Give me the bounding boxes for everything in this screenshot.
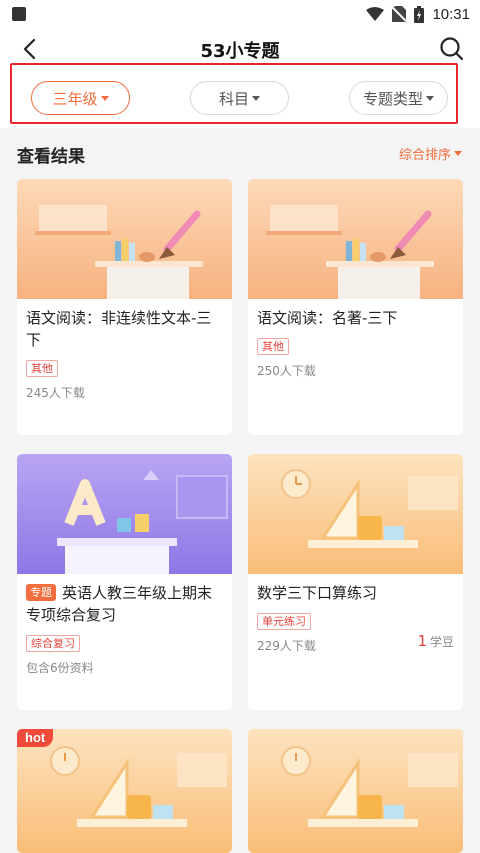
- price-unit: 学豆: [429, 635, 454, 649]
- topic-card[interactable]: 数学三下口算练习 单元练习 229人下载 1 学豆: [248, 454, 463, 710]
- hot-badge: hot: [17, 729, 54, 747]
- card-cover-image: [248, 454, 463, 574]
- price-value: 1: [417, 632, 427, 650]
- category-tag: 其他: [257, 338, 289, 355]
- status-time: 10:31: [432, 5, 470, 23]
- filter-bar: 三年级 科目 专题类型: [0, 63, 480, 128]
- no-sim-icon: [392, 6, 407, 22]
- notification-icon: [12, 7, 26, 21]
- card-title-row: 专题 英语人教三年级上期末专项综合复习: [26, 582, 223, 626]
- page-title: 53小专题: [200, 41, 280, 62]
- category-tag: 综合复习: [26, 635, 80, 652]
- topic-card[interactable]: [248, 729, 463, 853]
- resource-count: 包含6份资料: [26, 661, 94, 675]
- caret-down-icon: [252, 95, 260, 101]
- special-topic-badge: 专题: [26, 584, 56, 601]
- caret-down-icon: [100, 95, 109, 101]
- card-cover-image: [248, 729, 463, 853]
- category-tag: 单元练习: [257, 613, 311, 630]
- battery-charging-icon: [414, 5, 425, 23]
- topic-card[interactable]: hot: [17, 729, 232, 853]
- card-cover-image: [17, 179, 232, 299]
- grade-filter-dropdown[interactable]: 三年级: [31, 81, 130, 115]
- card-title: 语文阅读：非连续性文本-三下: [26, 309, 212, 349]
- subject-filter-label: 科目: [218, 89, 249, 108]
- topic-card[interactable]: 专题 英语人教三年级上期末专项综合复习 综合复习 包含6份资料: [17, 454, 232, 710]
- results-title: 查看结果: [17, 147, 85, 167]
- sort-dropdown[interactable]: 综合排序: [399, 144, 462, 163]
- results-header: 查看结果 综合排序: [0, 138, 480, 168]
- card-title: 数学三下口算练习: [257, 584, 378, 602]
- download-count: 250人下载: [257, 364, 316, 378]
- topic-card[interactable]: 语文阅读：非连续性文本-三下 其他 245人下载: [17, 179, 232, 435]
- search-icon[interactable]: [438, 35, 466, 63]
- subject-filter-dropdown[interactable]: 科目: [190, 81, 289, 115]
- sort-label: 综合排序: [398, 148, 451, 163]
- card-title: 语文阅读：名著-三下: [257, 309, 398, 327]
- topic-card[interactable]: 语文阅读：名著-三下 其他 250人下载: [248, 179, 463, 435]
- card-cover-image: hot: [17, 729, 232, 853]
- app-header: 53小专题: [0, 28, 480, 70]
- caret-down-icon: [454, 151, 462, 156]
- caret-down-icon: [426, 95, 434, 101]
- category-tag: 其他: [26, 360, 58, 377]
- topic-type-filter-label: 专题类型: [362, 89, 423, 108]
- topic-type-filter-dropdown[interactable]: 专题类型: [349, 81, 448, 115]
- card-cover-image: [248, 179, 463, 299]
- grade-filter-label: 三年级: [52, 89, 98, 108]
- wifi-icon: [366, 7, 385, 21]
- card-cover-image: [17, 454, 232, 574]
- download-count: 245人下载: [26, 386, 85, 400]
- status-bar: 10:31: [0, 0, 480, 28]
- price: 1 学豆: [417, 632, 454, 650]
